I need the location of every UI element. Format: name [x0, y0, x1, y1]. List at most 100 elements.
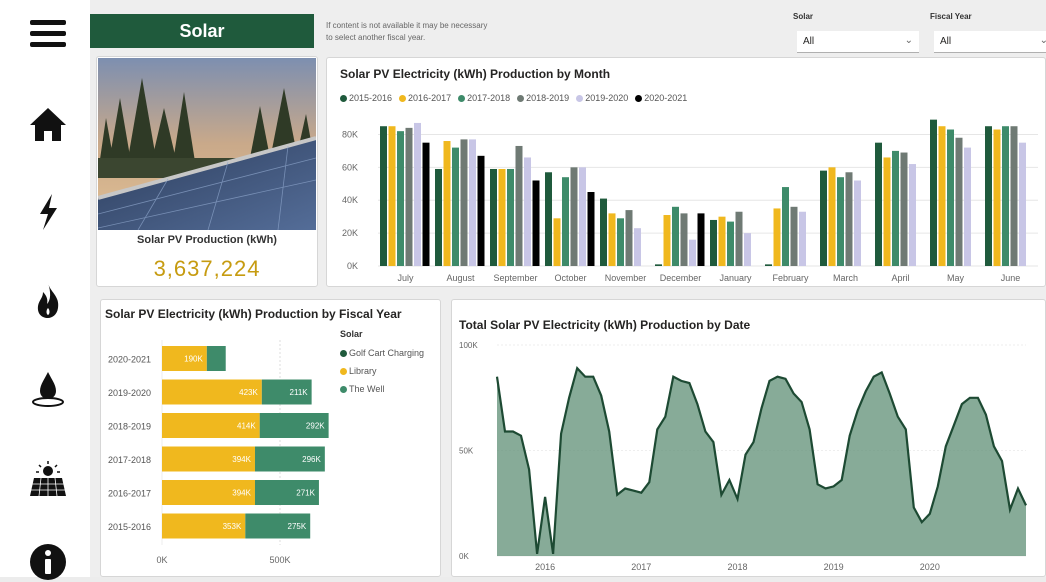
- home-icon[interactable]: [28, 104, 68, 144]
- legend-label: 2018-2019: [526, 93, 570, 103]
- x-tick-label: 2020: [920, 562, 940, 572]
- legend-label: 2015-2016: [349, 93, 393, 103]
- bar: [892, 150, 899, 266]
- page-title: Solar: [90, 14, 314, 48]
- y-tick-label: 50K: [459, 447, 474, 456]
- legend-label: Library: [349, 366, 377, 376]
- legend-marker: [399, 94, 407, 102]
- y-tick-label: 60K: [342, 162, 358, 172]
- bar: [625, 210, 633, 266]
- legend-marker: [458, 94, 466, 102]
- sidebar-nav: [0, 0, 90, 580]
- bar: [477, 155, 485, 266]
- bar: [930, 119, 937, 267]
- bar: [672, 206, 679, 266]
- x-tick-label: 0K: [156, 555, 167, 565]
- solar-filter-dropdown[interactable]: All ⌄: [797, 31, 919, 53]
- bar: [765, 264, 772, 266]
- fiscal-year-bar-chart: 2020-2021 190K 2019-2020 423K 211K 2018-2019 4…: [108, 340, 329, 565]
- legend-marker: [340, 385, 347, 393]
- menu-icon[interactable]: [28, 14, 68, 54]
- area-fill: [497, 368, 1026, 556]
- kpi-label: Solar PV Production (kWh): [137, 234, 277, 246]
- bar: [443, 141, 451, 266]
- x-tick-label: September: [493, 273, 537, 283]
- legend-label: 2020-2021: [644, 93, 688, 103]
- solar-panel-icon[interactable]: [28, 460, 68, 500]
- x-tick-label: August: [446, 273, 475, 283]
- y-tick-label: 0K: [459, 552, 469, 561]
- legend-item[interactable]: The Well: [340, 380, 424, 398]
- bar: [790, 206, 798, 266]
- legend-item[interactable]: 2019-2020: [576, 93, 628, 103]
- bar: [820, 170, 827, 266]
- solar-filter-label: Solar: [793, 12, 814, 21]
- bar: [532, 180, 540, 266]
- data-label: 394K: [232, 489, 251, 498]
- bar: [985, 126, 992, 266]
- bar: [1010, 126, 1018, 266]
- y-tick-label: 0K: [347, 261, 358, 271]
- legend-item[interactable]: Golf Cart Charging: [340, 344, 424, 362]
- x-tick-label: February: [772, 273, 809, 283]
- y-tick-label: 2019-2020: [108, 388, 151, 398]
- bar: [405, 127, 413, 266]
- fiscal-year-filter-value: All: [940, 36, 952, 47]
- y-tick-label: 80K: [342, 129, 358, 139]
- x-tick-label: January: [719, 273, 752, 283]
- legend-item[interactable]: 2016-2017: [399, 93, 451, 103]
- legend-marker: [517, 94, 525, 102]
- bar: [828, 167, 836, 266]
- legend-marker: [340, 349, 347, 357]
- bar: [545, 172, 552, 266]
- bar: [697, 213, 705, 266]
- data-label: 190K: [184, 355, 203, 364]
- legend-label: 2017-2018: [467, 93, 511, 103]
- bar: [553, 218, 561, 266]
- x-tick-label: July: [397, 273, 414, 283]
- bar: [1019, 142, 1026, 266]
- monthly-bar-chart: 0K 20K 40K 60K 80K July August September October…: [342, 119, 1038, 283]
- legend-marker: [340, 367, 347, 375]
- legend-item[interactable]: 2017-2018: [458, 93, 510, 103]
- data-label: 275K: [288, 522, 307, 531]
- legend-label: 2016-2017: [408, 93, 452, 103]
- legend-item[interactable]: 2018-2019: [517, 93, 569, 103]
- y-tick-label: 2018-2019: [108, 422, 151, 432]
- legend-item[interactable]: 2015-2016: [340, 93, 392, 103]
- bar: [570, 167, 578, 266]
- x-tick-label: 500K: [269, 555, 290, 565]
- bar: [1002, 126, 1009, 266]
- legend-item[interactable]: Library: [340, 362, 424, 380]
- bar: [718, 216, 726, 266]
- y-tick-label: 2015-2016: [108, 522, 151, 532]
- bar: [938, 126, 946, 266]
- info-icon[interactable]: [28, 542, 68, 582]
- note-line-1: If content is not available it may be ne…: [326, 21, 488, 30]
- date-area-chart: 0K 50K 100K 2016 2017 2018 2019 2020: [459, 341, 1027, 572]
- monthly-chart-legend: 2015-2016 2016-2017 2017-2018 2018-2019 2019…: [340, 93, 690, 103]
- bar: [498, 168, 506, 266]
- water-drop-icon[interactable]: [28, 368, 68, 408]
- bar: [735, 211, 743, 266]
- bar: [799, 211, 806, 266]
- bar: [909, 164, 916, 266]
- x-tick-label: June: [1001, 273, 1021, 283]
- bar: [617, 218, 624, 266]
- bar: [587, 192, 595, 266]
- fiscal-year-legend: Golf Cart Charging Library The Well: [340, 344, 424, 398]
- bar: [993, 129, 1001, 266]
- x-tick-label: 2019: [824, 562, 844, 572]
- availability-note: If content is not available it may be ne…: [326, 20, 526, 44]
- x-tick-label: March: [833, 273, 858, 283]
- bar: [507, 168, 514, 266]
- x-tick-label: 2016: [535, 562, 555, 572]
- bar: [744, 233, 751, 266]
- fiscal-year-filter-dropdown[interactable]: All ⌄: [934, 31, 1046, 53]
- bar: [422, 142, 430, 266]
- bar: [689, 239, 696, 266]
- lightning-icon[interactable]: [28, 192, 68, 232]
- flame-icon[interactable]: [28, 280, 68, 320]
- kpi-value: 3,637,224: [153, 256, 261, 281]
- legend-item[interactable]: 2020-2021: [635, 93, 687, 103]
